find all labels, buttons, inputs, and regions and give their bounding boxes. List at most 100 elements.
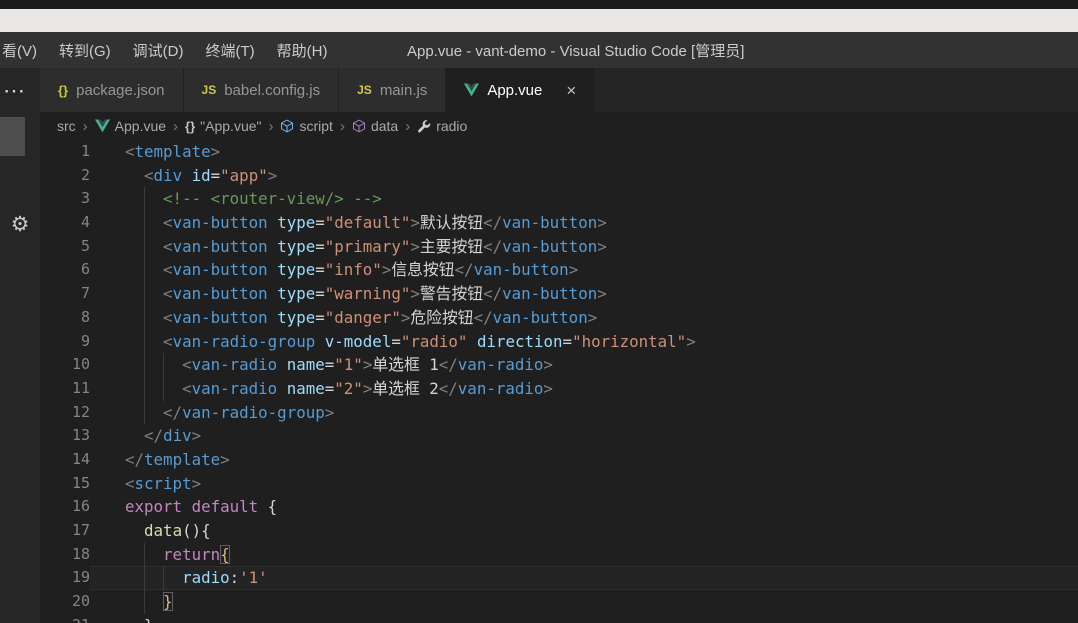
tab-babel.config.js[interactable]: JSbabel.config.js bbox=[184, 68, 340, 112]
code-line-21: 21 } bbox=[40, 614, 1078, 623]
line-number: 6 bbox=[40, 258, 90, 282]
line-number: 9 bbox=[40, 330, 90, 354]
more-actions-icon[interactable]: ⋯ bbox=[3, 78, 25, 104]
code-line-content[interactable]: </template> bbox=[90, 448, 1078, 472]
braces-gray-icon: {} bbox=[185, 119, 195, 134]
code-line-content[interactable]: <van-radio name="1">单选框 1</van-radio> bbox=[90, 353, 1078, 377]
breadcrumb-item-App.vue[interactable]: App.vue bbox=[95, 118, 166, 134]
module-purple-icon bbox=[352, 119, 366, 133]
code-line-content[interactable]: <!-- <router-view/> --> bbox=[90, 187, 1078, 211]
code-line-16: 16export default { bbox=[40, 495, 1078, 519]
code-line-15: 15<script> bbox=[40, 472, 1078, 496]
code-line-content[interactable]: radio:'1' bbox=[90, 566, 1078, 590]
code-line-3: 3 <!-- <router-view/> --> bbox=[40, 187, 1078, 211]
line-number: 17 bbox=[40, 519, 90, 543]
code-line-1: 1<template> bbox=[40, 140, 1078, 164]
menu-item-D[interactable]: 调试(D) bbox=[122, 32, 195, 68]
code-line-content[interactable]: </van-radio-group> bbox=[90, 401, 1078, 425]
line-number: 5 bbox=[40, 235, 90, 259]
breadcrumb-item-src[interactable]: src bbox=[57, 118, 76, 134]
code-line-10: 10 <van-radio name="1">单选框 1</van-radio> bbox=[40, 353, 1078, 377]
indent-guide bbox=[163, 566, 164, 590]
tab-label: babel.config.js bbox=[224, 82, 320, 99]
indent-guide bbox=[144, 543, 145, 567]
line-number: 1 bbox=[40, 140, 90, 164]
code-line-content[interactable]: </div> bbox=[90, 424, 1078, 448]
breadcrumb-item-data[interactable]: data bbox=[352, 118, 398, 134]
indent-guide bbox=[144, 258, 145, 282]
code-line-content[interactable]: return{ bbox=[90, 543, 1078, 567]
code-line-content[interactable]: <script> bbox=[90, 472, 1078, 496]
indent-guide bbox=[144, 401, 145, 425]
code-line-13: 13 </div> bbox=[40, 424, 1078, 448]
module-blue-icon bbox=[280, 119, 294, 133]
breadcrumb-item-App.vue[interactable]: {} "App.vue" bbox=[185, 118, 261, 134]
tab-bar: {} package.json JSbabel.config.jsJSmain.js… bbox=[40, 68, 1078, 112]
code-line-content[interactable]: <van-radio-group v-model="radio" directi… bbox=[90, 330, 1078, 354]
line-number: 15 bbox=[40, 472, 90, 496]
line-number: 4 bbox=[40, 211, 90, 235]
code-line-4: 4 <van-button type="default">默认按钮</van-b… bbox=[40, 211, 1078, 235]
breadcrumb: src›App.vue›{}"App.vue"›script›data›radi… bbox=[40, 112, 1078, 140]
code-line-content[interactable]: } bbox=[90, 614, 1078, 623]
code-line-content[interactable]: <van-button type="warning">警告按钮</van-but… bbox=[90, 282, 1078, 306]
breadcrumb-item-script[interactable]: script bbox=[280, 118, 332, 134]
wrench-icon bbox=[417, 119, 431, 133]
indent-guide bbox=[144, 187, 145, 211]
menu-item-H[interactable]: 帮助(H) bbox=[266, 32, 339, 68]
tab-App.vue[interactable]: App.vue × bbox=[446, 68, 595, 112]
code-line-content[interactable]: <van-button type="danger">危险按钮</van-butt… bbox=[90, 306, 1078, 330]
braces-icon: {} bbox=[58, 83, 68, 98]
breadcrumb-label: data bbox=[371, 118, 398, 134]
line-number: 2 bbox=[40, 164, 90, 188]
code-line-8: 8 <van-button type="danger">危险按钮</van-bu… bbox=[40, 306, 1078, 330]
tab-label: App.vue bbox=[487, 82, 542, 99]
line-number: 18 bbox=[40, 543, 90, 567]
close-icon[interactable]: × bbox=[566, 82, 576, 99]
code-line-5: 5 <van-button type="primary">主要按钮</van-b… bbox=[40, 235, 1078, 259]
code-line-content[interactable]: data(){ bbox=[90, 519, 1078, 543]
chevron-right-icon: › bbox=[268, 118, 273, 135]
code-line-content[interactable]: <van-button type="info">信息按钮</van-button… bbox=[90, 258, 1078, 282]
code-editor[interactable]: 1<template>2 <div id="app">3 <!-- <route… bbox=[40, 140, 1078, 623]
indent-guide bbox=[163, 353, 164, 377]
line-number: 14 bbox=[40, 448, 90, 472]
top-dark-strip bbox=[0, 0, 1078, 9]
tab-package.json[interactable]: {} package.json bbox=[40, 68, 184, 112]
code-line-content[interactable]: <van-radio name="2">单选框 2</van-radio> bbox=[90, 377, 1078, 401]
activity-rail-highlight bbox=[0, 117, 25, 156]
menu-item-V[interactable]: 看(V) bbox=[0, 32, 48, 68]
tab-label: package.json bbox=[76, 82, 164, 99]
line-number: 10 bbox=[40, 353, 90, 377]
line-number: 19 bbox=[40, 566, 90, 590]
breadcrumb-item-radio[interactable]: radio bbox=[417, 118, 467, 134]
line-number: 13 bbox=[40, 424, 90, 448]
code-line-content[interactable]: } bbox=[90, 590, 1078, 614]
code-line-content[interactable]: <van-button type="default">默认按钮</van-but… bbox=[90, 211, 1078, 235]
menu-item-G[interactable]: 转到(G) bbox=[48, 32, 122, 68]
window-title: App.vue - vant-demo - Visual Studio Code… bbox=[407, 32, 744, 68]
line-number: 12 bbox=[40, 401, 90, 425]
line-number: 8 bbox=[40, 306, 90, 330]
code-line-content[interactable]: export default { bbox=[90, 495, 1078, 519]
breadcrumb-label: "App.vue" bbox=[200, 118, 261, 134]
indent-guide bbox=[144, 330, 145, 354]
indent-guide bbox=[144, 282, 145, 306]
main-area: ⋯ ⚙ {} package.json JSbabel.config.jsJSmai… bbox=[0, 68, 1078, 623]
line-number: 20 bbox=[40, 590, 90, 614]
breadcrumb-label: radio bbox=[436, 118, 467, 134]
code-line-content[interactable]: <van-button type="primary">主要按钮</van-but… bbox=[90, 235, 1078, 259]
gear-icon[interactable]: ⚙ bbox=[0, 212, 40, 237]
menu-item-T[interactable]: 终端(T) bbox=[195, 32, 266, 68]
vue-icon bbox=[464, 83, 479, 97]
code-line-content[interactable]: <div id="app"> bbox=[90, 164, 1078, 188]
chevron-right-icon: › bbox=[173, 118, 178, 135]
line-number: 11 bbox=[40, 377, 90, 401]
activity-rail: ⋯ ⚙ bbox=[0, 68, 40, 623]
background-window-strip bbox=[0, 9, 1078, 32]
indent-guide bbox=[144, 566, 145, 590]
code-line-content[interactable]: <template> bbox=[90, 140, 1078, 164]
tab-main.js[interactable]: JSmain.js bbox=[339, 68, 446, 112]
breadcrumb-label: App.vue bbox=[115, 118, 166, 134]
chevron-right-icon: › bbox=[340, 118, 345, 135]
